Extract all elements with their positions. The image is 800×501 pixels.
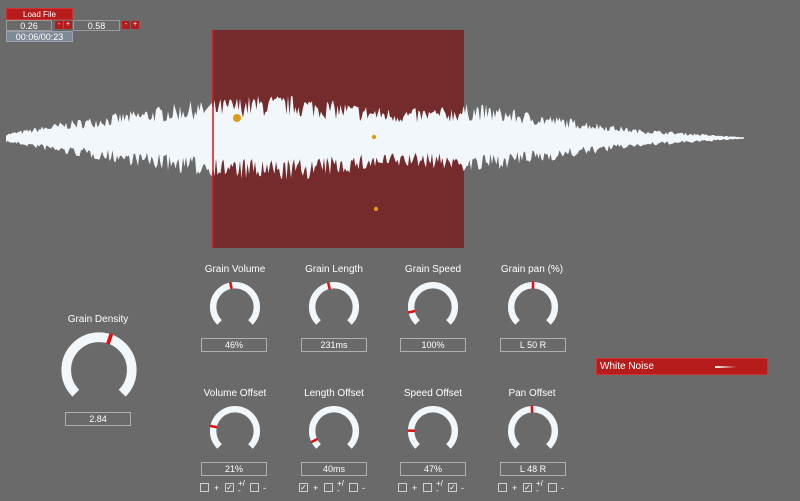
knob-indicator (407, 309, 416, 314)
volume-offset-value[interactable]: 21% (201, 462, 267, 476)
end-decrement-button[interactable]: - (122, 21, 130, 29)
minus-symbol: - (561, 483, 564, 493)
grain-length-knob[interactable] (306, 279, 362, 335)
noise-type-select[interactable]: White Noise (596, 358, 768, 375)
plus-symbol: + (512, 483, 518, 493)
length-offset-knob[interactable] (306, 403, 362, 459)
start-increment-button[interactable]: + (64, 21, 72, 29)
grain-density-value[interactable]: 2.84 (65, 412, 131, 426)
grain-volume-knob[interactable] (207, 279, 263, 335)
offset-plusminus-checkbox[interactable] (324, 483, 333, 492)
grain-length-value[interactable]: 231ms (301, 338, 367, 352)
offset-plusminus-checkbox[interactable]: ✓ (225, 483, 234, 492)
volume-offset-knob[interactable] (207, 403, 263, 459)
start-decrement-button[interactable]: - (55, 21, 63, 29)
knob-track (408, 406, 458, 449)
plus-symbol: + (214, 483, 220, 493)
offset-plus-checkbox[interactable]: ✓ (299, 483, 308, 492)
pan-offset-knob[interactable] (505, 403, 561, 459)
knob-track (508, 282, 558, 325)
minus-symbol: - (461, 483, 464, 493)
plusminus-symbol: +/- (337, 479, 344, 495)
plusminus-symbol: +/- (436, 479, 443, 495)
load-file-button[interactable]: Load File (6, 8, 73, 20)
offset-plus-checkbox[interactable] (398, 483, 407, 492)
plusminus-symbol: +/- (536, 479, 543, 495)
offset-minus-checkbox[interactable] (548, 483, 557, 492)
plus-symbol: + (313, 483, 319, 493)
grain-pan-value[interactable]: L 50 R (500, 338, 566, 352)
end-increment-button[interactable]: + (131, 21, 139, 29)
waveform-display[interactable] (0, 30, 800, 250)
noise-type-label: White Noise (600, 361, 654, 372)
grain-pan-label: Grain pan (%) (500, 264, 564, 275)
knob-track (309, 406, 359, 449)
minus-symbol: - (362, 483, 365, 493)
grain-speed-knob[interactable] (405, 279, 461, 335)
speed-offset-value[interactable]: 47% (400, 462, 466, 476)
dropdown-arrow-icon (715, 366, 737, 368)
plus-symbol: + (412, 483, 418, 493)
offset-minus-checkbox[interactable]: ✓ (448, 483, 457, 492)
grain-pan-knob[interactable] (505, 279, 561, 335)
pan-offset-label: Pan Offset (508, 388, 556, 399)
knob-indicator (229, 281, 233, 290)
knob-track (61, 332, 137, 397)
knob-track (210, 406, 260, 449)
length-offset-value[interactable]: 40ms (301, 462, 367, 476)
offset-toggle-group: ✓ + +/- - (299, 479, 379, 496)
grain-marker (233, 114, 241, 122)
offset-plusminus-checkbox[interactable]: ✓ (523, 483, 532, 492)
speed-offset-knob[interactable] (405, 403, 461, 459)
offset-toggle-group: + ✓ +/- - (200, 479, 280, 496)
knob-track (210, 282, 260, 325)
knob-indicator (326, 282, 331, 290)
grain-marker (371, 134, 377, 140)
offset-toggle-group: + +/- ✓ - (398, 479, 478, 496)
knob-track (408, 282, 458, 325)
plusminus-symbol: +/- (238, 479, 245, 495)
minus-symbol: - (263, 483, 266, 493)
knob-indicator (209, 424, 218, 429)
grain-density-knob[interactable] (57, 328, 141, 412)
offset-plus-checkbox[interactable] (200, 483, 209, 492)
grain-density-label: Grain Density (67, 314, 129, 325)
offset-plusminus-checkbox[interactable] (423, 483, 432, 492)
offset-plus-checkbox[interactable] (498, 483, 507, 492)
grain-volume-value[interactable]: 46% (201, 338, 267, 352)
offset-minus-checkbox[interactable] (349, 483, 358, 492)
grain-marker (373, 206, 379, 212)
offset-minus-checkbox[interactable] (250, 483, 259, 492)
pan-offset-value[interactable]: L 48 R (500, 462, 566, 476)
grain-speed-value[interactable]: 100% (400, 338, 466, 352)
knob-track (309, 282, 359, 325)
knob-track (508, 406, 558, 449)
offset-toggle-group: + ✓ +/- - (498, 479, 578, 496)
